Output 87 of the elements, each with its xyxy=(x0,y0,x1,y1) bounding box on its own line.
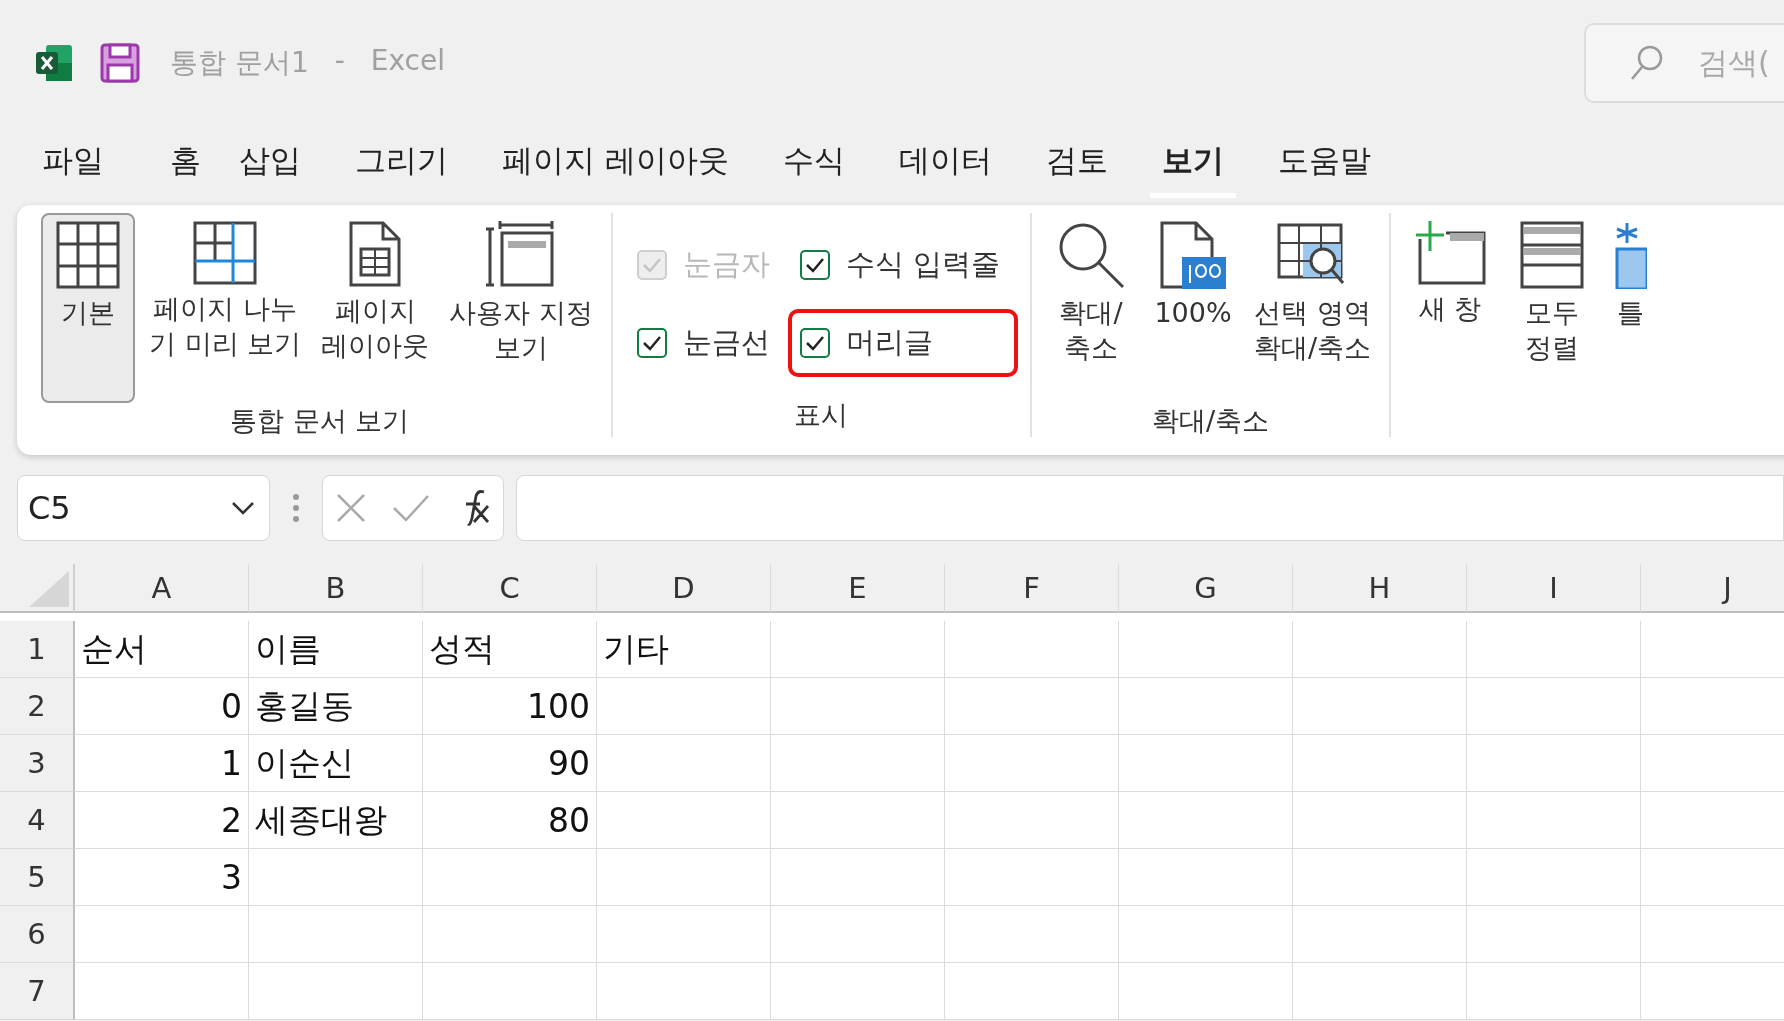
custom-view-button[interactable]: 사용자 지정 보기 xyxy=(443,213,599,403)
table-cell: 홍길동 xyxy=(249,678,423,735)
document-icon xyxy=(349,221,402,287)
check-icon xyxy=(804,257,825,273)
spreadsheet-app-icon xyxy=(34,43,74,83)
column-header[interactable]: D xyxy=(597,564,771,613)
row-header[interactable]: 4 xyxy=(0,792,75,849)
page-zoom-icon xyxy=(1160,221,1226,289)
magnifier-icon xyxy=(1057,221,1125,289)
table-cell: 세종대왕 xyxy=(249,792,423,849)
new-window-button[interactable]: 새 창 xyxy=(1403,213,1498,403)
title-separator: - xyxy=(334,44,345,79)
column-header[interactable]: H xyxy=(1293,564,1467,613)
check-icon xyxy=(804,335,825,351)
table-cell: 성적 xyxy=(423,621,597,678)
checkbox-label: 수식 입력줄 xyxy=(845,246,1000,283)
page-break-icon xyxy=(193,221,258,285)
checkbox-label: 눈금선 xyxy=(682,324,770,361)
ribbon-tab[interactable]: 그리기 xyxy=(343,129,460,198)
grid-button[interactable]: 기본 xyxy=(41,213,135,403)
save-icon xyxy=(100,43,140,83)
column-header[interactable]: A xyxy=(75,564,249,613)
checkbox-label: 머리글 xyxy=(845,324,933,361)
zoom-selection-button[interactable]: 선택 영역 확대/축소 xyxy=(1248,213,1378,403)
custom-view-icon xyxy=(485,221,556,289)
checkbox[interactable] xyxy=(636,328,667,358)
ribbon-tab[interactable]: 보기 xyxy=(1149,129,1236,198)
page-break-button[interactable]: 페이지 나누 기 미리 보기 xyxy=(143,213,308,403)
column-header[interactable]: F xyxy=(945,564,1119,613)
checkbox[interactable] xyxy=(799,250,830,280)
magnifier-button[interactable]: 확대/ 축소 xyxy=(1044,213,1138,403)
check-icon xyxy=(641,257,662,273)
row-header[interactable]: 5 xyxy=(0,849,75,906)
search-icon xyxy=(1630,45,1664,81)
column-header[interactable]: J xyxy=(1641,564,1784,613)
chevron-down-icon xyxy=(231,501,255,515)
stacked-windows-icon xyxy=(1520,221,1585,289)
table-cell: 기타 xyxy=(597,621,771,678)
ribbon-tab[interactable]: 파일 xyxy=(30,129,116,198)
document-title: 통합 문서1 xyxy=(170,45,309,81)
ribbon-tab[interactable]: 페이지 레이아웃 xyxy=(490,129,741,198)
checkbox-label: 눈금자 xyxy=(682,246,770,283)
app-name: Excel xyxy=(370,44,445,79)
ribbon-tab[interactable]: 검토 xyxy=(1033,129,1120,198)
group-label: 통합 문서 보기 xyxy=(230,404,410,438)
row-header[interactable]: 1 xyxy=(0,621,75,678)
ribbon-tab[interactable]: 삽입 xyxy=(227,129,313,198)
table-cell: 0 xyxy=(75,678,249,735)
stacked-windows-button[interactable]: 모두 정렬 xyxy=(1505,213,1600,403)
ribbon-tab[interactable]: 홈 xyxy=(158,129,213,198)
corner-triangle-icon xyxy=(29,571,69,607)
document-button[interactable]: 페이지 레이아웃 xyxy=(315,213,436,403)
freeze-panes-icon xyxy=(1613,221,1648,289)
column-header[interactable]: G xyxy=(1119,564,1293,613)
check-icon xyxy=(392,494,430,522)
column-header[interactable]: C xyxy=(423,564,597,613)
row-header[interactable]: 3 xyxy=(0,735,75,792)
table-cell: 1 xyxy=(75,735,249,792)
grid-icon xyxy=(56,221,120,289)
table-cell: 80 xyxy=(423,792,597,849)
table-cell: 100 xyxy=(423,678,597,735)
cancel-icon xyxy=(336,493,366,523)
formula-input[interactable] xyxy=(516,475,1784,541)
ribbon-tab[interactable]: 데이터 xyxy=(886,129,1004,198)
name-box[interactable]: C5 xyxy=(17,475,270,541)
group-label: 표시 xyxy=(794,398,849,432)
column-header[interactable]: B xyxy=(249,564,423,613)
page-zoom-button[interactable]: 100% xyxy=(1146,213,1240,403)
table-cell: 이름 xyxy=(249,621,423,678)
freeze-panes-button[interactable]: 틀 xyxy=(1607,213,1654,403)
row-header[interactable]: 7 xyxy=(0,963,75,1020)
table-cell: 3 xyxy=(75,849,249,906)
checkbox[interactable] xyxy=(799,328,830,358)
table-cell: 이순신 xyxy=(249,735,423,792)
table-cell: 90 xyxy=(423,735,597,792)
row-header[interactable]: 6 xyxy=(0,906,75,963)
table-cell: 2 xyxy=(75,792,249,849)
row-header[interactable]: 2 xyxy=(0,678,75,735)
column-header[interactable]: E xyxy=(771,564,945,613)
ribbon-tab[interactable]: 수식 xyxy=(770,129,857,198)
column-header[interactable]: I xyxy=(1467,564,1641,613)
group-label: 확대/축소 xyxy=(1152,404,1270,438)
more-icon xyxy=(292,493,300,523)
check-icon xyxy=(641,335,662,351)
ribbon-tab[interactable]: 도움말 xyxy=(1265,129,1383,198)
new-window-icon xyxy=(1414,221,1487,285)
table-cell: 순서 xyxy=(75,621,249,678)
